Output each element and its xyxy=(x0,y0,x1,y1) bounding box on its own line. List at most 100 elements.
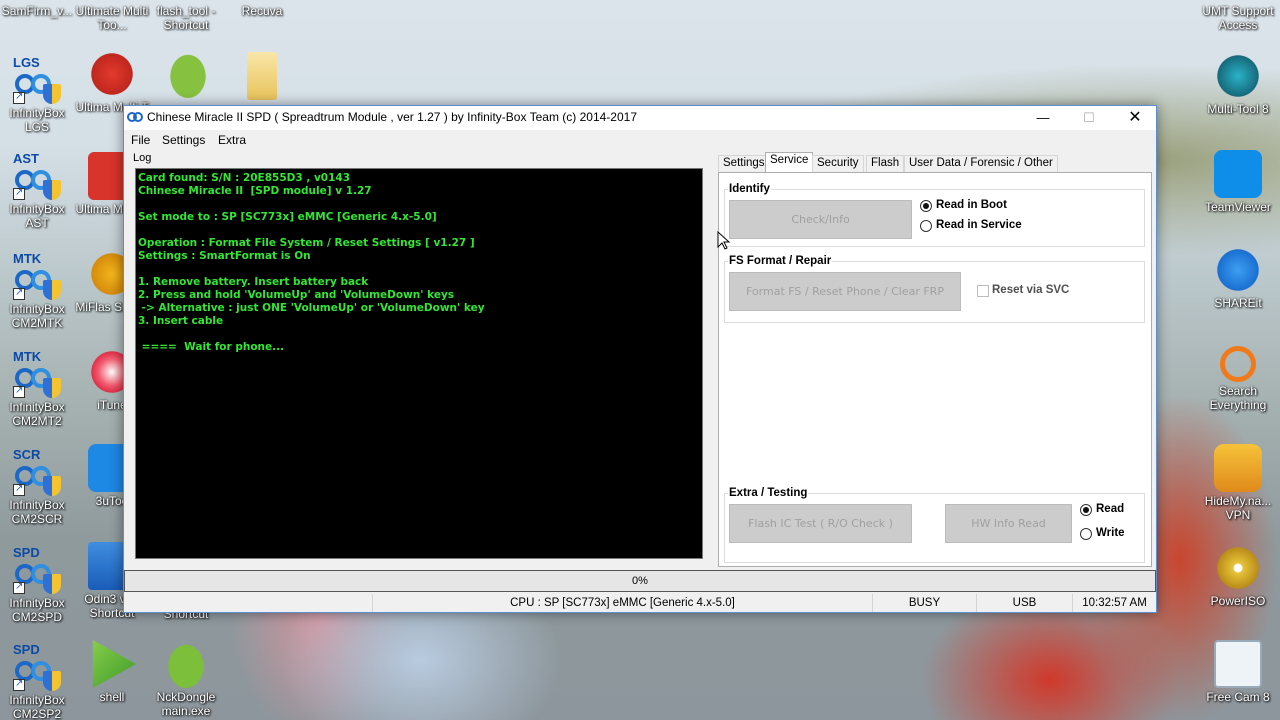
desktop-icon-infinitybox-ast[interactable]: AST InfinityBox AST xyxy=(0,152,77,231)
close-button[interactable]: ✕ xyxy=(1112,106,1158,130)
desktop-icon-recuva[interactable]: Recuva xyxy=(222,4,302,18)
desktop-icon-infinitybox-cm2sp2[interactable]: SPD InfinityBox CM2SP2 xyxy=(0,643,77,720)
desktop-icon-infinitybox-cm2spd[interactable]: SPD InfinityBox CM2SPD xyxy=(0,546,77,625)
log-line: Chinese Miracle II [SPD module] v 1.27 xyxy=(138,185,372,197)
log-line: Card found: S/N : 20E855D3 , v0143 xyxy=(138,172,351,184)
desktop-icon-umt-support[interactable]: UMT Support Access xyxy=(1198,4,1278,32)
mouse-cursor-icon xyxy=(717,231,731,250)
infinitybox-icon: MTK xyxy=(13,252,61,300)
app-window: Chinese Miracle II SPD ( Spreadtrum Modu… xyxy=(123,105,1157,613)
desktop-icon-label: SHAREit xyxy=(1214,296,1262,310)
menu-file[interactable]: File xyxy=(131,133,150,147)
desktop-icon-infinitybox-cm2mtk[interactable]: MTK InfinityBox CM2MTK xyxy=(0,252,77,331)
desktop-icon-shell[interactable]: shell xyxy=(72,640,152,704)
progress-bar: 0% xyxy=(124,570,1156,592)
desktop-icon-multi-tool-8[interactable]: Multi-Tool 8 xyxy=(1198,52,1278,116)
hw-info-read-button[interactable]: HW Info Read xyxy=(945,504,1072,543)
desktop-icon-search-everything[interactable]: Search Everything xyxy=(1198,346,1278,412)
read-in-boot-label[interactable]: Read in Boot xyxy=(936,199,1007,211)
infinitybox-icon: SPD xyxy=(13,546,61,594)
desktop-icon-nckdongle[interactable]: NckDongle main.exe xyxy=(146,640,226,718)
log-console[interactable]: Card found: S/N : 20E855D3 , v0143 Chine… xyxy=(135,168,703,559)
infinitybox-icon: AST xyxy=(13,152,61,200)
desktop-icon-label: InfinityBox AST xyxy=(9,202,65,230)
tab-service[interactable]: Service xyxy=(765,152,814,173)
status-state: BUSY xyxy=(872,594,976,612)
desktop-icon-infinitybox-cm2scr[interactable]: SCR InfinityBox CM2SCR xyxy=(0,448,77,527)
check-info-button[interactable]: Check/Info xyxy=(729,200,912,239)
shell-icon xyxy=(92,640,136,688)
desktop-icon-hidemy-vpn[interactable]: HideMy.na... VPN xyxy=(1198,444,1278,522)
desktop-icon-label: Multi-Tool 8 xyxy=(1207,102,1269,116)
desktop-icon-label: InfinityBox CM2SPD xyxy=(9,596,65,624)
reset-via-svc-checkbox[interactable] xyxy=(977,285,989,297)
status-port: USB xyxy=(976,594,1072,612)
format-fs-button[interactable]: Format FS / Reset Phone / Clear FRP xyxy=(729,272,961,311)
write-radio[interactable] xyxy=(1080,528,1092,540)
service-panel: Identify Check/Info Read in Boot Read in… xyxy=(718,172,1152,567)
menu-extra[interactable]: Extra xyxy=(218,133,246,147)
multi-tool-icon xyxy=(1214,52,1262,100)
desktop-icon-label: InfinityBox CM2MTK xyxy=(9,302,65,330)
identify-title: Identify xyxy=(728,183,771,195)
infinitybox-icon: LGS xyxy=(13,56,61,104)
desktop-icon-label: InfinityBox CM2MT2 xyxy=(9,400,65,428)
desktop-icon-poweriso[interactable]: PowerISO xyxy=(1198,544,1278,608)
log-line: ==== Wait for phone... xyxy=(138,341,285,353)
camera-icon xyxy=(1214,640,1262,688)
desktop-icon-label: flash_tool - Shortcut xyxy=(156,4,216,32)
desktop-icon-label: HideMy.na... VPN xyxy=(1204,494,1272,522)
tab-user-data[interactable]: User Data / Forensic / Other xyxy=(904,155,1058,172)
status-cpu: CPU : SP [SC773x] eMMC [Generic 4.x-5.0] xyxy=(372,594,872,612)
desktop-icon-flash-tool[interactable]: flash_tool - Shortcut xyxy=(146,4,226,32)
snapdragon-icon xyxy=(88,50,136,98)
read-in-service-label[interactable]: Read in Service xyxy=(936,219,1022,231)
read-radio[interactable] xyxy=(1080,504,1092,516)
menu-settings[interactable]: Settings xyxy=(162,133,205,147)
desktop-icon-folder[interactable] xyxy=(222,52,302,102)
folder-icon xyxy=(247,52,277,100)
desktop-icon-label: PowerISO xyxy=(1210,594,1266,608)
menu-bar: File Settings Extra xyxy=(124,130,1156,151)
log-line: 1. Remove battery. Insert battery back xyxy=(138,276,369,288)
log-label: Log xyxy=(133,152,152,164)
log-line: Settings : SmartFormat is On xyxy=(138,250,311,262)
log-line: Operation : Format File System / Reset S… xyxy=(138,237,475,249)
desktop-icon-label: Free Cam 8 xyxy=(1206,690,1270,704)
teamviewer-icon xyxy=(1214,150,1262,198)
infinitybox-icon: MTK xyxy=(13,350,61,398)
desktop-icon-infinitybox-lgs[interactable]: LGS InfinityBox LGS xyxy=(0,56,77,135)
desktop-icon-teamviewer[interactable]: TeamViewer xyxy=(1198,150,1278,214)
minimize-button[interactable]: — xyxy=(1020,106,1066,130)
flash-ic-test-button[interactable]: Flash IC Test ( R/O Check ) xyxy=(729,504,912,543)
window-title: Chinese Miracle II SPD ( Spreadtrum Modu… xyxy=(147,110,637,124)
disc-icon xyxy=(1214,544,1262,592)
reset-via-svc-label[interactable]: Reset via SVC xyxy=(992,284,1069,296)
infinitybox-icon: SCR xyxy=(13,448,61,496)
android-icon xyxy=(164,50,212,98)
read-in-boot-radio[interactable] xyxy=(920,200,932,212)
read-in-service-radio[interactable] xyxy=(920,220,932,232)
desktop-icon-ultimate-multi-tool[interactable]: Ultimate Multi Too... xyxy=(72,4,152,32)
desktop-icon-samfirm[interactable]: SamFirm_v... xyxy=(0,4,77,18)
desktop-icon-android[interactable] xyxy=(148,50,228,100)
tab-settings[interactable]: Settings xyxy=(718,155,770,172)
infinity-icon xyxy=(127,112,143,122)
tab-security[interactable]: Security xyxy=(812,155,864,172)
tab-flash[interactable]: Flash xyxy=(866,155,905,172)
desktop-icon-shareit[interactable]: SHAREit xyxy=(1198,246,1278,310)
log-line: 3. Insert cable xyxy=(138,315,224,327)
android-icon xyxy=(162,640,210,688)
title-bar[interactable]: Chinese Miracle II SPD ( Spreadtrum Modu… xyxy=(124,106,1156,130)
write-label[interactable]: Write xyxy=(1096,527,1125,539)
progress-text: 0% xyxy=(632,575,648,587)
read-label[interactable]: Read xyxy=(1096,503,1124,515)
desktop-icon-infinitybox-cm2mt2[interactable]: MTK InfinityBox CM2MT2 xyxy=(0,350,77,429)
desktop-icon-label: UMT Support Access xyxy=(1202,4,1274,32)
desktop-icon-free-cam[interactable]: Free Cam 8 xyxy=(1198,640,1278,704)
infinitybox-icon: SPD xyxy=(13,643,61,691)
maximize-button[interactable]: ☐ xyxy=(1066,106,1112,130)
